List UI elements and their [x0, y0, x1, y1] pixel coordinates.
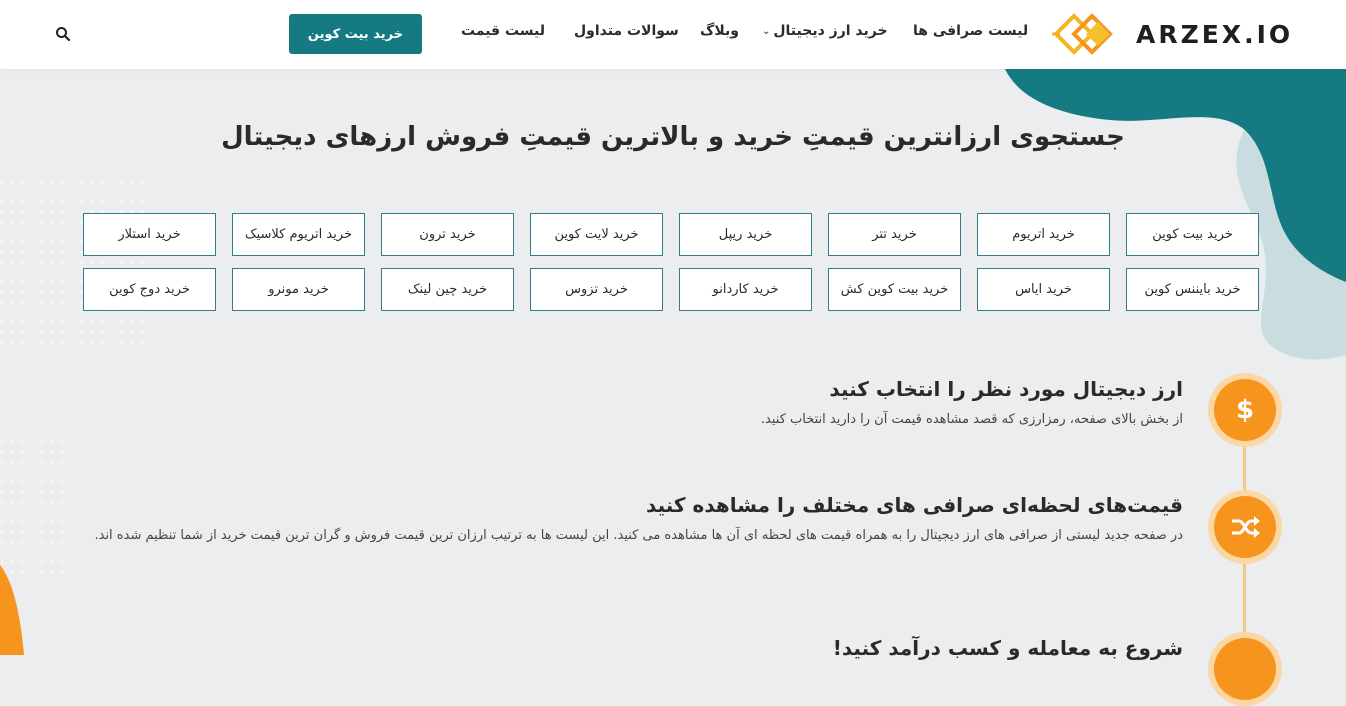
nav-price-list[interactable]: لیست قیمت [461, 23, 545, 39]
site-header: ARZEX.IO لیست صرافی ها خرید ارز دیجیتال⌄… [0, 0, 1346, 69]
coin-button[interactable]: خرید بیت کوین [1126, 213, 1259, 256]
logo-text: ARZEX.IO [1136, 19, 1294, 49]
step-3-icon [1214, 638, 1276, 700]
buy-bitcoin-cta-button[interactable]: خرید بیت کوین [289, 14, 422, 54]
coin-button[interactable]: خرید اتریوم [977, 213, 1110, 256]
step-2-text: در صفحه جدید لیستی از صرافی های ارز دیجی… [94, 528, 1183, 543]
step-3: شروع به معامله و کسب درآمد کنید! [483, 636, 1183, 660]
nav-buy-crypto[interactable]: خرید ارز دیجیتال⌄ [762, 23, 888, 39]
coin-button[interactable]: خرید اتریوم کلاسیک [232, 213, 365, 256]
coin-button[interactable]: خرید مونرو [232, 268, 365, 311]
nav-blog[interactable]: وبلاگ [700, 23, 739, 39]
step-2-title: قیمت‌های لحظه‌ای صرافی های مختلف را مشاه… [646, 493, 1183, 517]
hero-title: جستجوی ارزانترین قیمتِ خرید و بالاترین ق… [221, 122, 1125, 152]
background-decoration [0, 69, 1346, 655]
coin-button[interactable]: خرید لایت کوین [530, 213, 663, 256]
logo[interactable]: ARZEX.IO [1052, 9, 1293, 59]
coin-button[interactable]: خرید بایننس کوین [1126, 268, 1259, 311]
search-icon[interactable] [55, 26, 71, 42]
step-1: ارز دیجیتال مورد نظر را انتخاب کنید از ب… [483, 377, 1183, 433]
step-2: قیمت‌های لحظه‌ای صرافی های مختلف را مشاه… [58, 493, 1183, 549]
nav-faq[interactable]: سوالات متداول [574, 23, 679, 39]
nav-buy-crypto-label: خرید ارز دیجیتال [773, 23, 888, 39]
dot-pattern [0, 180, 150, 350]
coin-button[interactable]: خرید کاردانو [679, 268, 812, 311]
coin-button[interactable]: خرید ترون [381, 213, 514, 256]
nav-exchange-list[interactable]: لیست صرافی ها [913, 23, 1028, 39]
logo-mark-icon [1052, 13, 1113, 55]
step-1-text: از بخش بالای صفحه، رمزارزی که قصد مشاهده… [760, 412, 1183, 427]
coin-button[interactable]: خرید ایاس [977, 268, 1110, 311]
coin-button[interactable]: خرید ریپل [679, 213, 812, 256]
coin-button[interactable]: خرید تتر [828, 213, 961, 256]
coin-button[interactable]: خرید تزوس [530, 268, 663, 311]
coin-button[interactable]: خرید بیت کوین کش [828, 268, 961, 311]
dollar-icon: $ [1214, 379, 1276, 441]
chevron-down-icon: ⌄ [762, 26, 771, 37]
coin-button[interactable]: خرید استلار [83, 213, 216, 256]
coin-button[interactable]: خرید دوج کوین [83, 268, 216, 311]
step-1-icon-badge: $ [1208, 373, 1282, 447]
coin-button[interactable]: خرید چین لینک [381, 268, 514, 311]
step-3-icon-badge [1208, 632, 1282, 706]
step-1-title: ارز دیجیتال مورد نظر را انتخاب کنید [829, 377, 1183, 401]
step-2-icon-badge [1208, 490, 1282, 564]
step-3-title: شروع به معامله و کسب درآمد کنید! [832, 636, 1183, 660]
shuffle-icon [1214, 496, 1276, 558]
